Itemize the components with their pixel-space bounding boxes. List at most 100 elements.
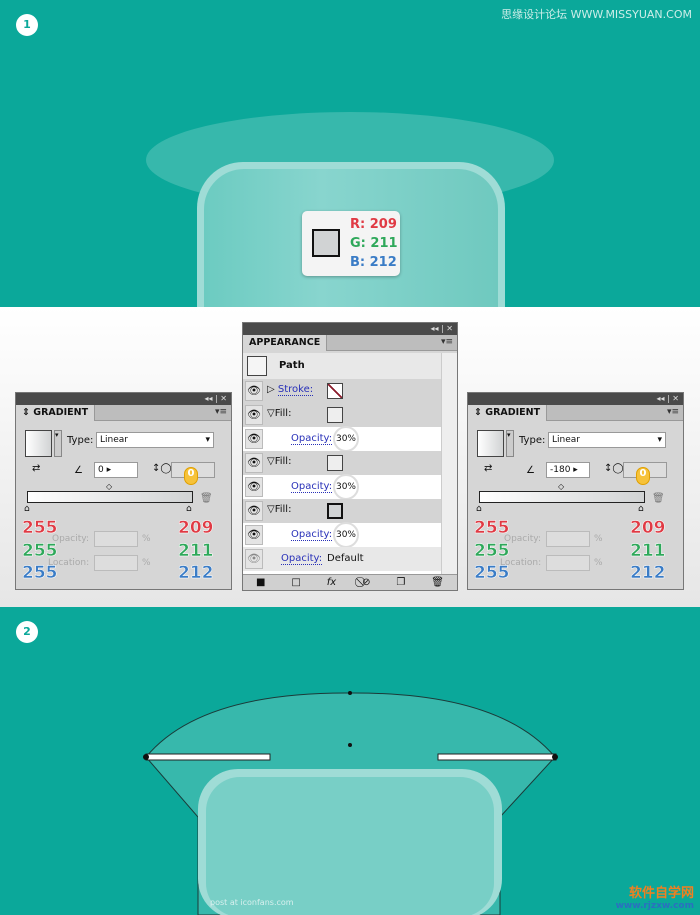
end-green: 211 xyxy=(178,541,214,562)
green-value: G: 211 xyxy=(350,236,398,251)
panel-menu-icon[interactable]: ▾≡ xyxy=(441,337,453,347)
opacity-link[interactable]: Opacity: xyxy=(291,481,333,493)
eye-icon[interactable]: 👁 xyxy=(245,501,263,521)
panel-controls[interactable]: ◂◂ | ✕ xyxy=(16,393,231,405)
eye-icon[interactable]: 👁 xyxy=(245,429,263,449)
opacity-link[interactable]: Opacity: xyxy=(291,433,333,445)
location-label: Location: xyxy=(48,558,90,568)
fill-row[interactable]: 👁 ▽Fill: xyxy=(243,403,441,427)
eye-icon[interactable]: 👁 xyxy=(245,405,263,425)
end-blue: 212 xyxy=(630,563,666,584)
path-thumbnail xyxy=(247,356,267,376)
aspect-icon: ↕◯ xyxy=(604,463,624,474)
fill-opacity-row[interactable]: 👁 Opacity: 30% xyxy=(243,474,441,500)
stroke-none-swatch[interactable] xyxy=(327,383,343,399)
panel-controls[interactable]: ◂◂ | ✕ xyxy=(243,323,457,335)
opacity-label: Opacity: xyxy=(52,534,89,544)
end-color-stop[interactable]: ⌂ xyxy=(186,504,192,514)
percent: % xyxy=(594,558,603,568)
fill-swatch[interactable] xyxy=(327,455,343,471)
eye-icon[interactable]: 👁 xyxy=(245,477,263,497)
panel-menu-icon[interactable]: ▾≡ xyxy=(215,407,227,417)
midpoint-diamond[interactable]: ◇ xyxy=(106,482,112,491)
fill-swatch[interactable] xyxy=(327,503,343,519)
fill-row[interactable]: 👁 ▽Fill: xyxy=(243,451,441,475)
color-swatch xyxy=(312,229,340,257)
location-input[interactable] xyxy=(94,555,138,571)
end-blue: 212 xyxy=(178,563,214,584)
type-select[interactable]: Linear ▾ xyxy=(96,432,214,448)
fill-row[interactable]: 👁 ▽Fill: xyxy=(243,499,441,523)
gradient-slider[interactable] xyxy=(27,491,193,503)
angle-input[interactable]: -180 ▸ xyxy=(546,462,590,478)
end-red: 209 xyxy=(178,518,214,539)
fill-label: ▽Fill: xyxy=(267,504,292,515)
aspect-icon: ↕◯ xyxy=(152,463,172,474)
appearance-panel: ◂◂ | ✕ APPEARANCE ▾≡ Path 👁 ▷ Stroke: 👁 ▽… xyxy=(242,322,458,591)
trash-icon[interactable]: 🗑 xyxy=(431,577,444,588)
step-badge: 1 xyxy=(16,14,38,36)
fill-label: ▽Fill: xyxy=(267,456,292,467)
tab-appearance[interactable]: APPEARANCE xyxy=(243,335,328,351)
tab-gradient[interactable]: ⇕ GRADIENT xyxy=(468,405,548,421)
fill-opacity-row[interactable]: 👁 Opacity: 30% xyxy=(243,426,441,452)
eye-icon[interactable]: 👁 xyxy=(245,453,263,473)
start-color-stop[interactable]: ⌂ xyxy=(24,504,30,514)
angle-icon: ∠ xyxy=(74,465,83,476)
color-info-card: R: 209 G: 211 B: 212 xyxy=(302,211,400,276)
reverse-gradient-icon[interactable]: ⇄ xyxy=(484,463,492,474)
step2-canvas: 2 post at iconfans.com 软件自学网 www.rjzxw.co… xyxy=(0,607,700,915)
opacity-link[interactable]: Opacity: xyxy=(281,553,323,565)
add-stroke-icon[interactable]: □ xyxy=(291,577,300,588)
stroke-row[interactable]: 👁 ▷ Stroke: xyxy=(243,379,441,403)
gradient-panel-left: ◂◂ | ✕ ⇕ GRADIENT ▾≡ ▾ Type: Linear ▾ ⇄ ∠ … xyxy=(15,392,232,590)
stroke-link[interactable]: Stroke: xyxy=(277,384,314,396)
reverse-gradient-icon[interactable]: ⇄ xyxy=(32,463,40,474)
trash-icon[interactable]: 🗑 xyxy=(200,493,213,504)
aspect-marker: 0 xyxy=(184,467,198,485)
gradient-dropdown[interactable]: ▾ xyxy=(506,430,514,457)
scrollbar[interactable] xyxy=(441,353,457,577)
percent: % xyxy=(142,558,151,568)
tab-gradient[interactable]: ⇕ GRADIENT xyxy=(16,405,96,421)
opacity-row[interactable]: 👁 Opacity: Default xyxy=(243,547,441,571)
opacity-input[interactable] xyxy=(546,531,590,547)
fx-button[interactable]: fx xyxy=(327,577,336,588)
object-name: Path xyxy=(279,360,305,371)
opacity-value: 30% xyxy=(333,426,359,452)
step1-canvas: 1 思缘设计论坛 WWW.MISSYUAN.COM R: 209 G: 211 … xyxy=(0,0,700,307)
opacity-value: 30% xyxy=(333,474,359,500)
fill-swatch[interactable] xyxy=(327,407,343,423)
fill-opacity-row[interactable]: 👁 Opacity: 30% xyxy=(243,522,441,548)
gradient-thumbnail[interactable] xyxy=(25,430,52,457)
new-art-icon[interactable]: ■ xyxy=(256,577,265,588)
gradient-thumbnail[interactable] xyxy=(477,430,504,457)
opacity-input[interactable] xyxy=(94,531,138,547)
watermark: 思缘设计论坛 WWW.MISSYUAN.COM xyxy=(501,8,692,21)
midpoint-diamond[interactable]: ◇ xyxy=(558,482,564,491)
angle-input[interactable]: 0 ▸ xyxy=(94,462,138,478)
clear-icon[interactable]: ⃠⊘ xyxy=(362,577,370,588)
red-value: R: 209 xyxy=(350,217,397,232)
trash-icon[interactable]: 🗑 xyxy=(652,493,665,504)
site-logo: 软件自学网 www.rjzxw.com xyxy=(615,886,694,911)
angle-icon: ∠ xyxy=(526,465,535,476)
location-input[interactable] xyxy=(546,555,590,571)
panel-controls[interactable]: ◂◂ | ✕ xyxy=(468,393,683,405)
location-label: Location: xyxy=(500,558,542,568)
opacity-link[interactable]: Opacity: xyxy=(291,529,333,541)
panel-menu-icon[interactable]: ▾≡ xyxy=(667,407,679,417)
end-color-stop[interactable]: ⌂ xyxy=(638,504,644,514)
start-color-stop[interactable]: ⌂ xyxy=(476,504,482,514)
gradient-dropdown[interactable]: ▾ xyxy=(54,430,62,457)
duplicate-icon[interactable]: ❐ xyxy=(396,577,405,588)
type-label: Type: xyxy=(67,435,94,446)
blue-value: B: 212 xyxy=(350,255,397,270)
eye-icon[interactable]: 👁 xyxy=(245,525,263,545)
eye-icon[interactable]: 👁 xyxy=(245,381,263,401)
end-red: 209 xyxy=(630,518,666,539)
eye-icon[interactable]: 👁 xyxy=(245,549,263,569)
aspect-marker: 0 xyxy=(636,467,650,485)
type-select[interactable]: Linear ▾ xyxy=(548,432,666,448)
gradient-slider[interactable] xyxy=(479,491,645,503)
